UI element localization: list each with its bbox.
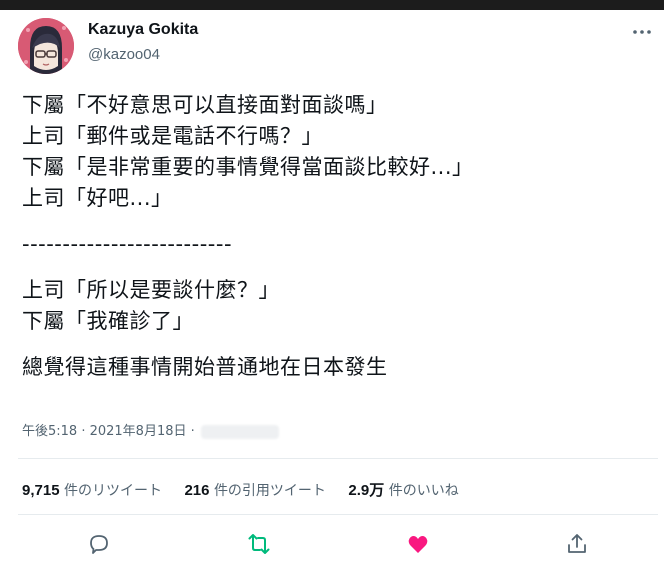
- likes-stat[interactable]: 2.9万 件のいいね: [348, 482, 459, 499]
- tweet-line: 總覺得這種事情開始普通地在日本發生: [22, 355, 388, 379]
- window-top-strip: [0, 0, 664, 10]
- retweet-icon[interactable]: [246, 531, 272, 557]
- author-handle[interactable]: @kazoo04: [88, 46, 160, 63]
- action-bar: [0, 531, 664, 557]
- reply-icon[interactable]: [86, 531, 112, 557]
- tweet-line: 上司「好吧...」: [22, 186, 173, 210]
- heart-icon[interactable]: [405, 531, 431, 557]
- tweet-line: 上司「所以是要談什麼？」: [22, 278, 280, 302]
- likes-count: 2.9万: [348, 482, 385, 499]
- tweet-text: 下屬「不好意思可以直接面對面談嗎」 上司「郵件或是電話不行嗎？」 下屬「是非常重…: [22, 90, 652, 383]
- divider: [18, 458, 658, 459]
- quotes-label: 件の引用ツイート: [213, 483, 326, 499]
- tweet-separator-line: --------------------------: [22, 232, 233, 256]
- engagement-stats: 9,715 件のリツイート 216 件の引用ツイート 2.9万 件のいいね: [22, 479, 477, 500]
- retweets-count: 9,715: [22, 482, 60, 499]
- retweets-label: 件のリツイート: [64, 483, 162, 499]
- tweet-line: 下屬「不好意思可以直接面對面談嗎」: [22, 93, 388, 117]
- author-name[interactable]: Kazuya Gokita: [88, 21, 198, 39]
- tweet-timestamp[interactable]: 午後5:18 · 2021年8月18日 ·: [22, 424, 195, 439]
- avatar[interactable]: [18, 18, 74, 74]
- tweet-line: 下屬「是非常重要的事情覺得當面談比較好...」: [22, 155, 474, 179]
- share-icon[interactable]: [564, 531, 590, 557]
- avatar-image: [18, 18, 74, 74]
- tweet-line: 上司「郵件或是電話不行嗎？」: [22, 124, 323, 148]
- quotes-count: 216: [184, 482, 210, 499]
- likes-label: 件のいいね: [388, 483, 459, 499]
- quotes-stat[interactable]: 216 件の引用ツイート: [184, 482, 326, 499]
- retweets-stat[interactable]: 9,715 件のリツイート: [22, 482, 162, 499]
- blurred-source: [200, 424, 279, 439]
- more-options-icon[interactable]: [632, 24, 652, 38]
- tweet-line: 下屬「我確診了」: [22, 309, 194, 333]
- divider: [18, 514, 658, 515]
- tweet-timestamp-row: 午後5:18 · 2021年8月18日 ·: [22, 420, 279, 439]
